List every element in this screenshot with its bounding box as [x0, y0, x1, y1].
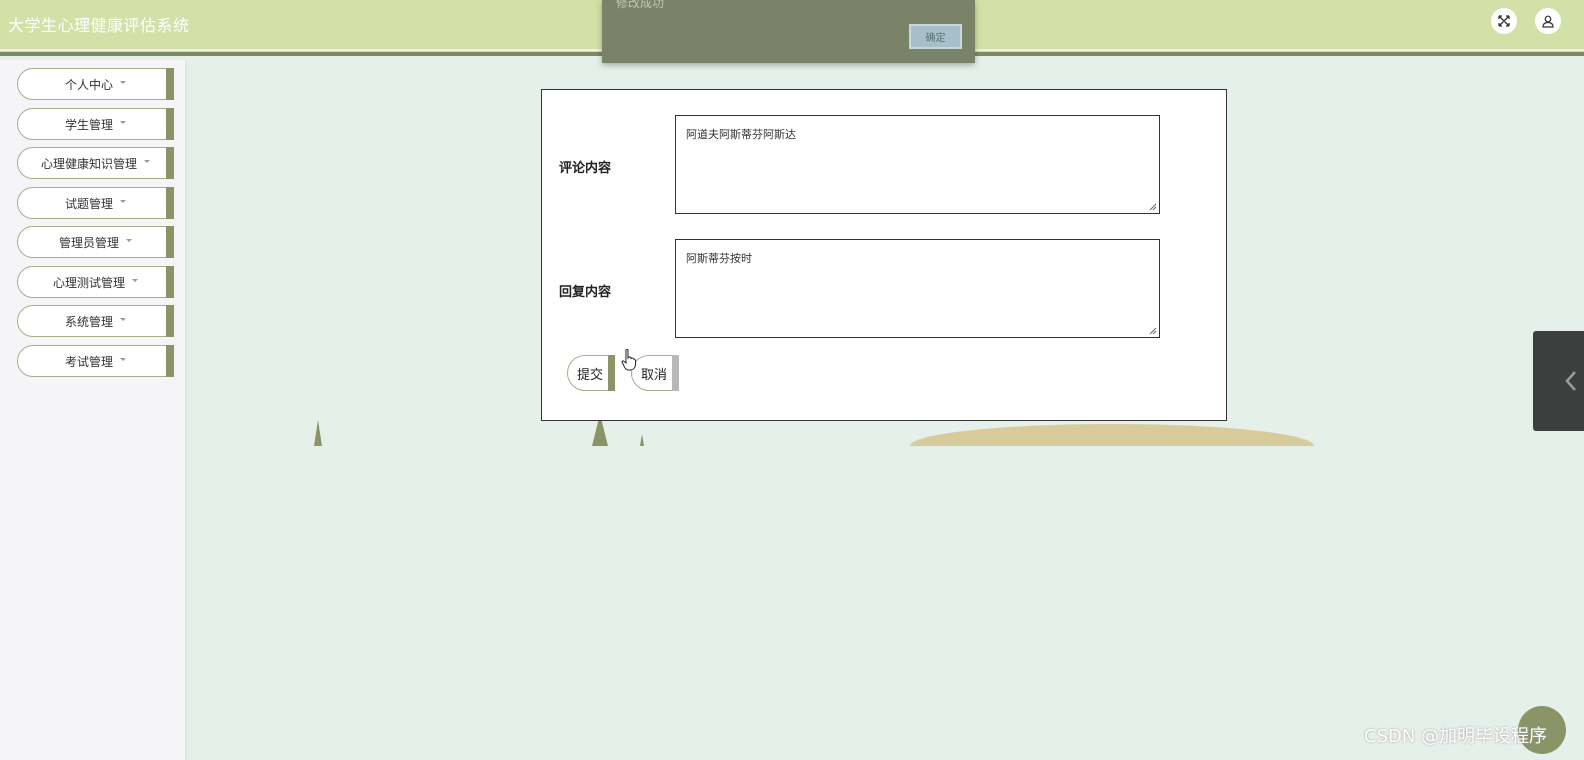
reply-form: 评论内容 阿道夫阿斯蒂芬阿斯达 回复内容 阿斯蒂芬按时 提交 取消: [541, 89, 1227, 421]
sidebar-item-exams[interactable]: 考试管理: [17, 345, 174, 377]
sidebar-item-students[interactable]: 学生管理: [17, 108, 174, 140]
comment-textarea[interactable]: 阿道夫阿斯蒂芬阿斯达: [675, 115, 1160, 214]
submit-button-label: 提交: [577, 367, 604, 383]
resize-grip-icon[interactable]: [1149, 327, 1157, 335]
chevron-down-icon: [120, 199, 126, 203]
sidebar-item-label: 系统管理: [64, 314, 113, 329]
sidebar-item-personal-center[interactable]: 个人中心: [17, 68, 174, 100]
content-background: [188, 446, 1584, 760]
comment-label: 评论内容: [559, 161, 612, 176]
watermark: CSDN @加明毕设程序: [1364, 726, 1548, 747]
reply-label: 回复内容: [559, 285, 612, 300]
sidebar-item-label: 心理测试管理: [52, 275, 125, 290]
chevron-left-icon: [1565, 371, 1576, 391]
resize-grip-icon[interactable]: [1149, 203, 1157, 211]
sidebar-item-label: 考试管理: [64, 354, 113, 369]
button-accent-bar: [608, 355, 615, 391]
chevron-down-icon: [120, 357, 126, 361]
sidebar-item-label: 个人中心: [64, 77, 113, 92]
chevron-down-icon: [144, 159, 150, 163]
hill-decoration: [910, 424, 1314, 446]
success-toast: 修改成功 确定: [602, 0, 975, 63]
drawer-toggle[interactable]: [1533, 331, 1584, 431]
cancel-button[interactable]: 取消: [631, 355, 679, 391]
sidebar-item-admins[interactable]: 管理员管理: [17, 226, 174, 258]
fullscreen-icon: [1498, 15, 1510, 27]
chevron-down-icon: [120, 120, 126, 124]
sidebar-item-knowledge[interactable]: 心理健康知识管理: [17, 147, 174, 179]
user-icon: [1542, 15, 1554, 28]
sidebar: 个人中心 学生管理 心理健康知识管理 试题管理 管理员管理 心理测试管理 系统管…: [0, 60, 187, 760]
sidebar-item-label: 学生管理: [64, 117, 113, 132]
reply-textarea[interactable]: 阿斯蒂芬按时: [675, 239, 1160, 338]
confirm-button[interactable]: 确定: [909, 24, 962, 49]
sidebar-item-psych-tests[interactable]: 心理测试管理: [17, 266, 174, 298]
sidebar-item-label: 管理员管理: [58, 235, 119, 250]
toast-message: 修改成功: [616, 0, 665, 10]
tree-decoration: [314, 420, 322, 446]
hand-cursor-icon: [621, 349, 636, 371]
comment-text: 阿道夫阿斯蒂芬阿斯达: [686, 128, 796, 141]
fullscreen-button[interactable]: [1491, 8, 1517, 34]
chevron-down-icon: [126, 238, 132, 242]
sidebar-item-system[interactable]: 系统管理: [17, 305, 174, 337]
cancel-button-label: 取消: [641, 367, 668, 383]
submit-button[interactable]: 提交: [567, 355, 615, 391]
chevron-down-icon: [120, 80, 126, 84]
reply-text: 阿斯蒂芬按时: [686, 252, 752, 265]
tree-decoration: [640, 434, 644, 446]
button-accent-bar: [672, 355, 679, 391]
app-title: 大学生心理健康评估系统: [8, 16, 190, 35]
chevron-down-icon: [132, 278, 138, 282]
sidebar-item-questions[interactable]: 试题管理: [17, 187, 174, 219]
sidebar-item-label: 心理健康知识管理: [40, 156, 137, 171]
chevron-down-icon: [120, 317, 126, 321]
user-button[interactable]: [1535, 8, 1561, 34]
sidebar-item-label: 试题管理: [64, 196, 113, 211]
